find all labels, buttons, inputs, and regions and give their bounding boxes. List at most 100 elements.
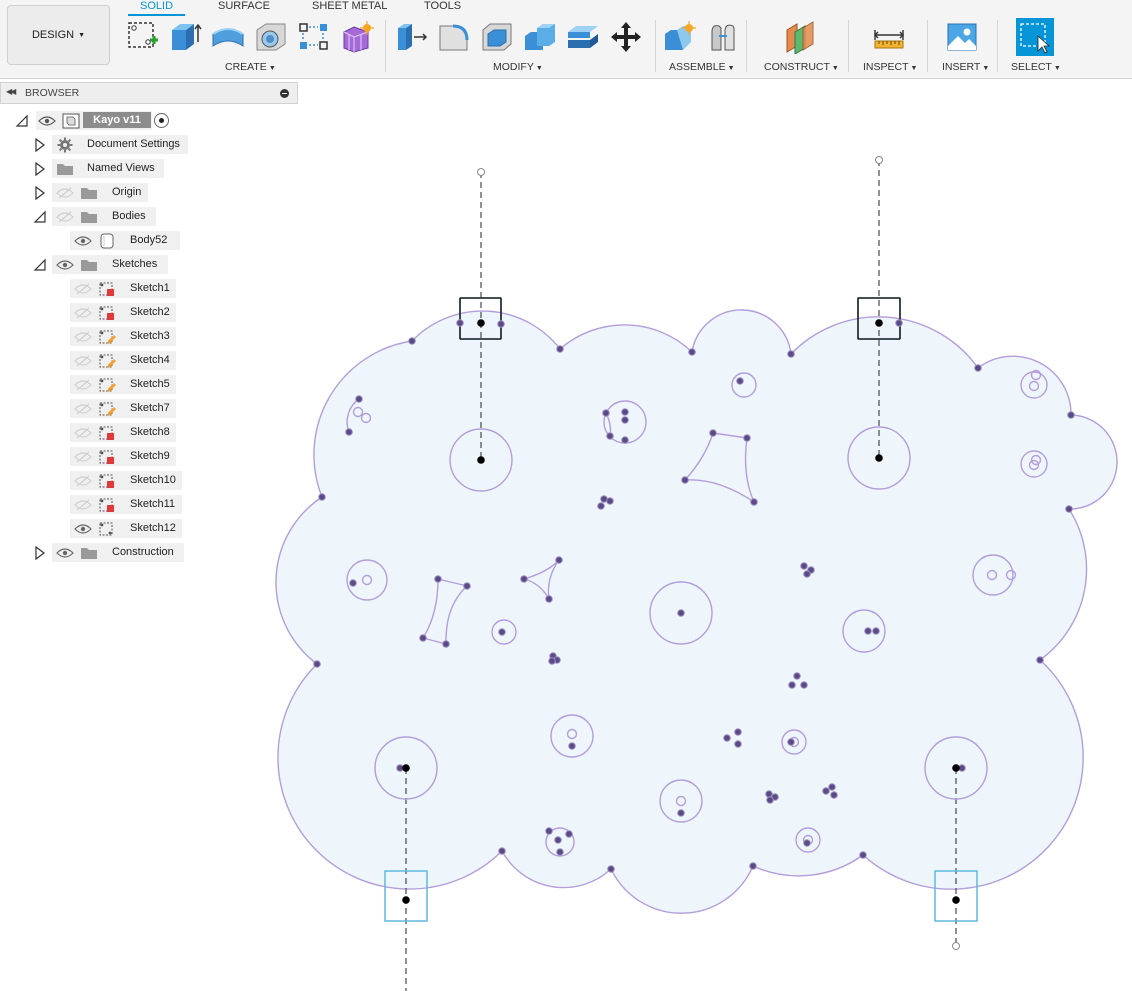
activate-component-radio[interactable] — [154, 113, 169, 128]
eye-hidden-icon[interactable] — [56, 187, 74, 199]
tab-sheet-metal[interactable]: SHEET METAL — [312, 0, 387, 12]
move-copy-button[interactable] — [609, 20, 643, 54]
browser-item-label: Document Settings — [87, 138, 180, 150]
eye-hidden-icon[interactable] — [74, 331, 92, 343]
new-component-button[interactable] — [663, 20, 697, 54]
minimize-browser-icon[interactable] — [280, 89, 289, 98]
sketch-item-label: Sketch10 — [130, 474, 176, 486]
eye-hidden-icon[interactable] — [56, 211, 74, 223]
eye-hidden-icon[interactable] — [74, 427, 92, 439]
form-icon — [343, 21, 374, 53]
expanded-triangle-icon[interactable] — [33, 210, 47, 224]
combine-icon — [525, 24, 555, 50]
inspect-menu[interactable]: INSPECT ▼ — [863, 61, 917, 73]
tab-tools[interactable]: TOOLS — [424, 0, 461, 12]
browser-item-label: Construction — [112, 546, 174, 558]
sketch-item[interactable]: Sketch4 — [0, 351, 298, 371]
sketch-item-label: Sketch3 — [130, 330, 170, 342]
hole-button[interactable] — [254, 20, 288, 54]
eye-visible-icon[interactable] — [74, 523, 92, 535]
folder-icon — [56, 161, 74, 177]
eye-hidden-icon[interactable] — [74, 283, 92, 295]
sketch-item-label: Sketch2 — [130, 306, 170, 318]
eye-visible-icon[interactable] — [74, 235, 92, 247]
measure-icon — [874, 30, 904, 49]
sketch-locked-icon — [98, 497, 116, 513]
extrude-button[interactable] — [168, 20, 202, 54]
eye-hidden-icon[interactable] — [74, 499, 92, 511]
select-menu[interactable]: SELECT ▼ — [1011, 61, 1061, 73]
tab-solid[interactable]: SOLID — [140, 0, 173, 12]
sketch-item[interactable]: Sketch3 — [0, 327, 298, 347]
assemble-menu[interactable]: ASSEMBLE ▼ — [669, 61, 735, 73]
move-icon — [611, 22, 641, 52]
pattern-button[interactable] — [297, 20, 331, 54]
modify-menu-label: MODIFY — [493, 61, 534, 73]
collapse-browser-icon[interactable]: ◀◀ — [6, 87, 16, 96]
sketch-item[interactable]: Sketch9 — [0, 447, 298, 467]
eye-visible-icon[interactable] — [38, 115, 56, 127]
eye-hidden-icon[interactable] — [74, 307, 92, 319]
eye-hidden-icon[interactable] — [74, 379, 92, 391]
browser-item-sketches[interactable]: Sketches — [0, 255, 298, 275]
dropdown-caret-icon: ▼ — [982, 65, 990, 72]
select-button[interactable] — [1016, 18, 1054, 56]
offset-face-button[interactable] — [566, 20, 600, 54]
sketch-item-label: Sketch7 — [130, 402, 170, 414]
shell-button[interactable] — [480, 20, 514, 54]
collapsed-triangle-icon[interactable] — [33, 186, 47, 200]
expanded-triangle-icon[interactable] — [33, 258, 47, 272]
sketch-profile-outline[interactable] — [275, 309, 1118, 914]
browser-title: BROWSER — [25, 87, 80, 99]
sketch-item[interactable]: Sketch1 — [0, 279, 298, 299]
measure-button[interactable] — [872, 20, 906, 54]
workspace-switcher-button[interactable]: DESIGN ▼ — [7, 5, 110, 65]
eye-hidden-icon[interactable] — [74, 475, 92, 487]
eye-visible-icon[interactable] — [56, 547, 74, 559]
joint-button[interactable] — [706, 20, 740, 54]
browser-item-construction[interactable]: Construction — [0, 543, 298, 563]
insert-canvas-button[interactable] — [945, 20, 979, 54]
offset-face-icon — [568, 26, 598, 48]
fillet-button[interactable] — [437, 20, 471, 54]
browser-item-bodies[interactable]: Bodies — [0, 207, 298, 227]
create-form-button[interactable] — [340, 20, 374, 54]
sketch-locked-icon — [98, 449, 116, 465]
dropdown-caret-icon: ▼ — [910, 65, 918, 72]
sketch-item-label: Sketch12 — [130, 522, 176, 534]
extrude-icon — [172, 23, 202, 50]
sketch-item[interactable]: Sketch12 — [0, 519, 298, 539]
new-component-icon — [665, 21, 696, 50]
eye-hidden-icon[interactable] — [74, 355, 92, 367]
tab-surface[interactable]: SURFACE — [218, 0, 270, 12]
combine-button[interactable] — [523, 20, 557, 54]
expanded-triangle-icon[interactable] — [15, 114, 29, 128]
browser-item-named-views[interactable]: Named Views — [0, 159, 298, 179]
sketch-item[interactable]: Sketch11 — [0, 495, 298, 515]
collapsed-triangle-icon[interactable] — [33, 138, 47, 152]
root-component-label[interactable]: Kayo v11 — [83, 112, 151, 128]
sketch-item[interactable]: Sketch8 — [0, 423, 298, 443]
eye-hidden-icon[interactable] — [74, 451, 92, 463]
sketch-item[interactable]: Sketch7 — [0, 399, 298, 419]
modify-menu[interactable]: MODIFY ▼ — [493, 61, 543, 73]
sketch-item[interactable]: Sketch10 — [0, 471, 298, 491]
browser-item-origin[interactable]: Origin — [0, 183, 298, 203]
sketch-item[interactable]: Sketch2 — [0, 303, 298, 323]
eye-hidden-icon[interactable] — [74, 403, 92, 415]
insert-menu[interactable]: INSERT ▼ — [942, 61, 989, 73]
press-pull-button[interactable] — [394, 20, 428, 54]
revolve-button[interactable] — [211, 20, 245, 54]
folder-icon — [80, 185, 98, 201]
eye-visible-icon[interactable] — [56, 259, 74, 271]
collapsed-triangle-icon[interactable] — [33, 546, 47, 560]
browser-root-row: Kayo v11 — [0, 111, 298, 131]
create-sketch-button[interactable] — [126, 20, 160, 54]
construct-menu[interactable]: CONSTRUCT ▼ — [764, 61, 839, 73]
browser-item-body52[interactable]: Body52 — [0, 231, 298, 251]
offset-plane-button[interactable] — [783, 20, 817, 54]
browser-item-document-settings[interactable]: Document Settings — [0, 135, 298, 155]
sketch-item[interactable]: Sketch5 — [0, 375, 298, 395]
collapsed-triangle-icon[interactable] — [33, 162, 47, 176]
create-menu[interactable]: CREATE ▼ — [225, 61, 276, 73]
